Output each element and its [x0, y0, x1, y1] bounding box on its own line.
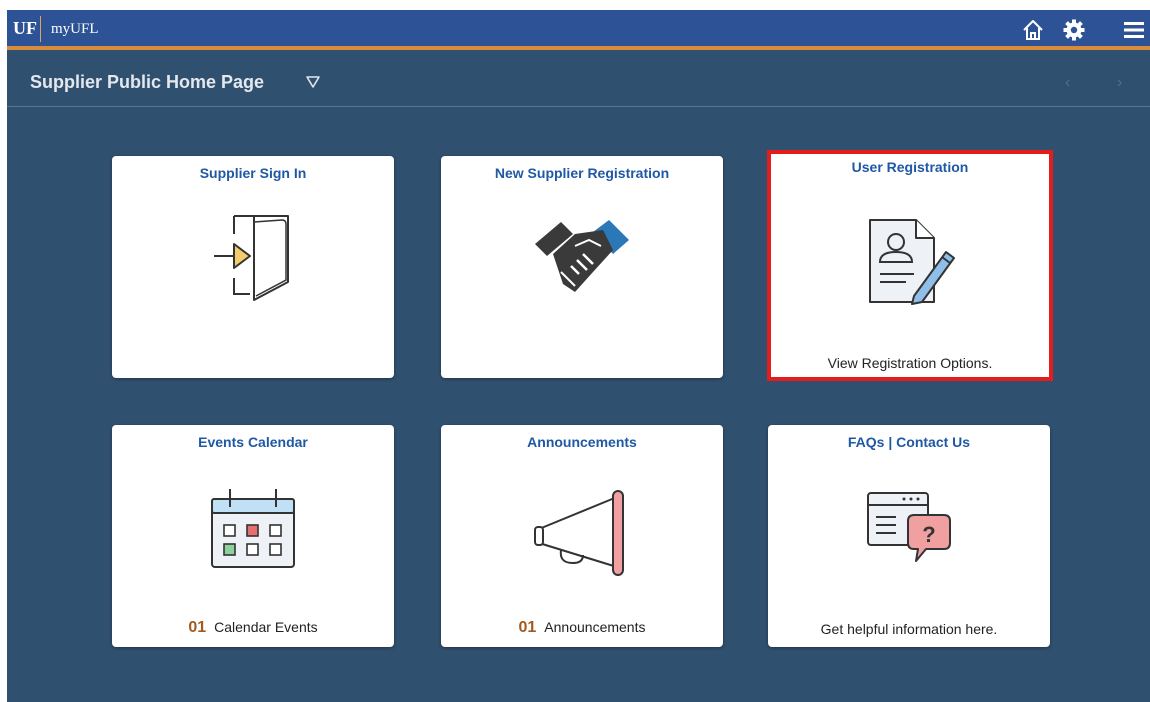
tile-footer-text: Get helpful information here.	[820, 621, 998, 637]
logo-divider	[40, 16, 41, 42]
app-name: myUFL	[51, 21, 99, 37]
tile-new-supplier-registration[interactable]: New Supplier Registration	[441, 156, 723, 378]
gear-icon[interactable]	[1062, 18, 1086, 42]
tile-title: FAQs | Contact Us	[847, 434, 971, 450]
door-enter-icon	[210, 212, 294, 311]
tile-footer-text: Announcements	[544, 619, 646, 635]
tile-announcements[interactable]: Announcements 01 Announcements	[441, 425, 723, 647]
tile-title: New Supplier Registration	[494, 165, 670, 181]
next-arrow[interactable]: ›	[1117, 74, 1122, 92]
announcement-count: 01	[518, 619, 537, 636]
app-frame: UF myUFL Supplier Public Home Page ‹ › S…	[7, 10, 1150, 702]
megaphone-icon	[531, 487, 631, 582]
svg-text:?: ?	[922, 522, 935, 547]
tile-events-calendar[interactable]: Events Calendar 01 Calendar Events	[112, 425, 394, 647]
tile-title: Announcements	[527, 434, 637, 450]
tile-title: Supplier Sign In	[199, 165, 307, 181]
tile-faqs-contact-us[interactable]: FAQs | Contact Us ? Get helpful informat…	[768, 425, 1050, 647]
uf-logo[interactable]: UF	[13, 18, 37, 39]
tile-footer-text: Calendar Events	[214, 619, 318, 635]
tile-footer: 01 Announcements	[441, 619, 723, 637]
home-icon[interactable]	[1021, 18, 1045, 42]
tile-footer-text: View Registration Options.	[827, 355, 993, 371]
faq-chat-icon: ?	[864, 489, 956, 578]
tile-user-registration[interactable]: User Registration View Registration Opti…	[767, 150, 1053, 381]
calendar-icon	[208, 485, 298, 576]
tile-footer: 01 Calendar Events	[112, 619, 394, 637]
page-title[interactable]: Supplier Public Home Page	[30, 72, 264, 93]
tile-title: Events Calendar	[198, 434, 308, 450]
event-count: 01	[188, 619, 207, 636]
triangle-down-outline-icon[interactable]	[305, 74, 321, 90]
profile-document-pencil-icon	[864, 216, 956, 311]
page-header: Supplier Public Home Page ‹ ›	[7, 50, 1150, 107]
tile-supplier-sign-in[interactable]: Supplier Sign In	[112, 156, 394, 378]
top-bar: UF myUFL	[7, 10, 1150, 50]
handshake-icon	[531, 216, 633, 305]
tile-title: User Registration	[851, 159, 969, 175]
menu-icon[interactable]	[1122, 18, 1146, 42]
previous-arrow[interactable]: ‹	[1065, 74, 1070, 92]
